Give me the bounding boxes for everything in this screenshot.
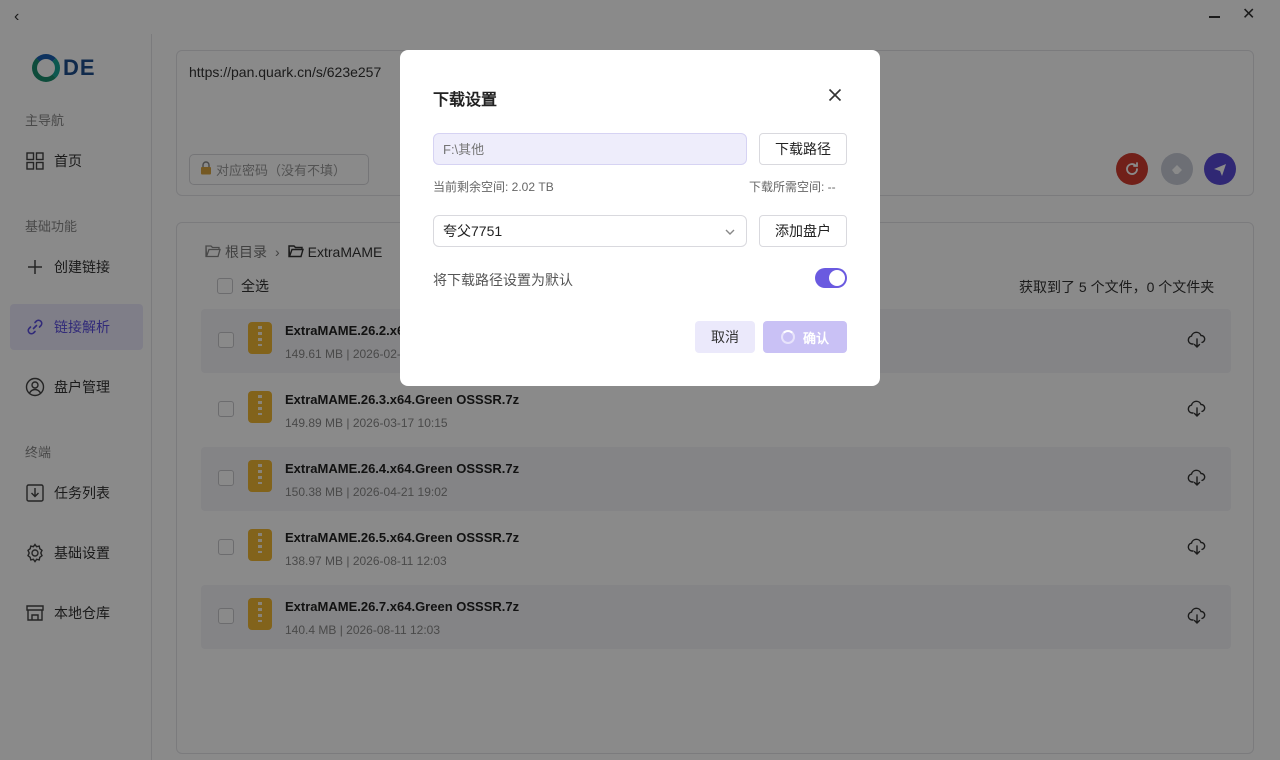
default-path-toggle[interactable]	[815, 268, 847, 288]
free-space-text: 当前剩余空间: 2.02 TB	[433, 180, 554, 194]
download-path-input[interactable]	[433, 133, 747, 165]
default-path-label: 将下载路径设置为默认	[433, 272, 573, 288]
download-settings-dialog: 下载设置 下载路径 当前剩余空间: 2.02 TB 下载所需空间: -- 夸父7…	[400, 50, 880, 386]
chevron-down-icon	[724, 225, 736, 241]
confirm-label: 确认	[802, 330, 829, 346]
app-window: ‹ ✕ DE 主导航 首页 基础功能 创建链接 链接解析 盘户管理 终端 任务列…	[0, 0, 1280, 760]
cancel-button[interactable]: 取消	[695, 321, 755, 353]
account-select-value: 夸父7751	[443, 223, 503, 239]
add-account-button[interactable]: 添加盘户	[759, 215, 847, 247]
close-icon[interactable]	[826, 86, 844, 104]
loading-spinner-icon	[780, 330, 795, 344]
dialog-title: 下载设置	[433, 92, 498, 109]
download-path-button[interactable]: 下载路径	[759, 133, 847, 165]
confirm-button[interactable]: 确认	[763, 321, 847, 353]
required-space-text: 下载所需空间: --	[749, 180, 836, 194]
account-select[interactable]: 夸父7751	[433, 215, 747, 247]
